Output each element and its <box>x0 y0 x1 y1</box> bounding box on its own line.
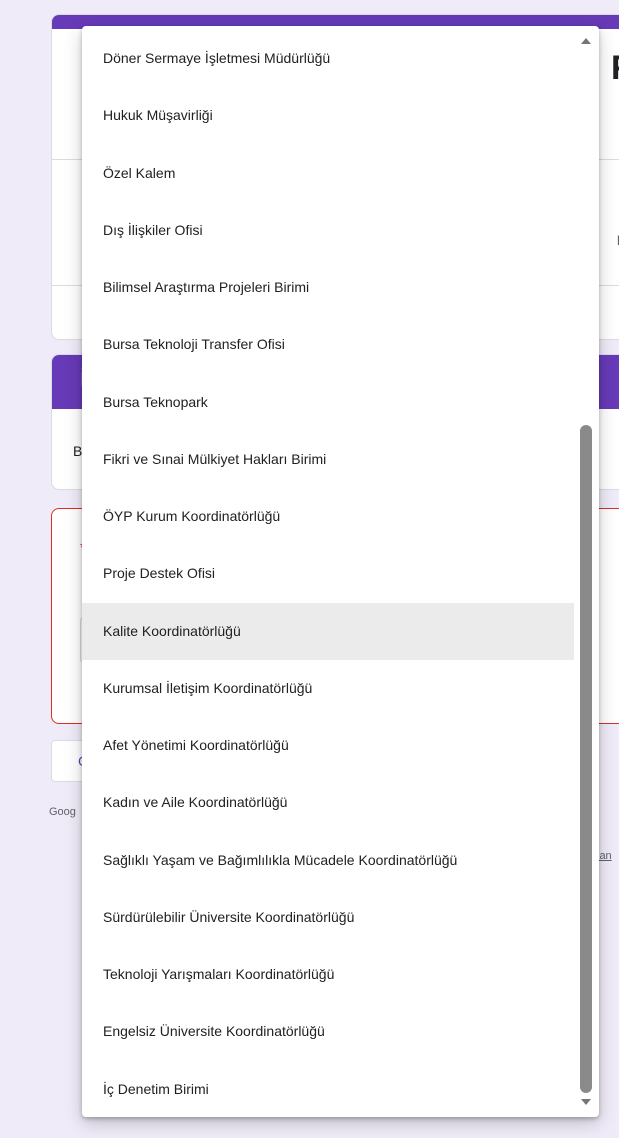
dropdown-option[interactable]: Özel Kalem <box>82 145 574 202</box>
dropdown-option[interactable]: Engelsiz Üniversite Koordinatörlüğü <box>82 1003 574 1060</box>
footer-google-text: Goog <box>49 806 76 818</box>
dropdown-option[interactable]: Bilimsel Araştırma Projeleri Birimi <box>82 259 574 316</box>
dropdown-option[interactable]: ÖYP Kurum Koordinatörlüğü <box>82 488 574 545</box>
section-description: B <box>73 443 83 459</box>
footer-link[interactable]: lan <box>597 850 612 862</box>
scrollbar-thumb[interactable] <box>580 425 592 1093</box>
dropdown-option[interactable]: Dış İlişkiler Ofisi <box>82 202 574 259</box>
scroll-down-arrow-icon[interactable] <box>581 1099 591 1105</box>
dropdown-option[interactable]: Döner Sermaye İşletmesi Müdürlüğü <box>82 30 574 87</box>
dropdown-option[interactable]: Afet Yönetimi Koordinatörlüğü <box>82 717 574 774</box>
dropdown-option[interactable]: Kalite Koordinatörlüğü <box>82 602 574 660</box>
dropdown-option[interactable]: Hukuk Müşavirliği <box>82 87 574 144</box>
dropdown-option[interactable]: İç Denetim Birimi <box>82 1061 574 1118</box>
dropdown-option[interactable]: Bursa Teknoloji Transfer Ofisi <box>82 316 574 373</box>
form-title: F <box>611 49 619 88</box>
dropdown-option[interactable]: Fikri ve Sınai Mülkiyet Hakları Birimi <box>82 431 574 488</box>
dropdown-option[interactable]: Sağlıklı Yaşam ve Bağımlılıkla Mücadele … <box>82 832 574 889</box>
scroll-up-arrow-icon[interactable] <box>581 38 591 44</box>
dropdown-option[interactable]: Teknoloji Yarışmaları Koordinatörlüğü <box>82 946 574 1003</box>
dropdown-option[interactable]: Kadın ve Aile Koordinatörlüğü <box>82 774 574 831</box>
dropdown-menu[interactable]: Döner Sermaye İşletmesi Müdürlüğü Hukuk M… <box>82 26 599 1117</box>
dropdown-option[interactable]: Sürdürülebilir Üniversite Koordinatörlüğ… <box>82 889 574 946</box>
dropdown-option[interactable]: Proje Destek Ofisi <box>82 545 574 602</box>
scrollbar[interactable] <box>575 26 599 1117</box>
dropdown-option[interactable]: Bursa Teknopark <box>82 374 574 431</box>
option-list: Döner Sermaye İşletmesi Müdürlüğü Hukuk M… <box>82 30 574 1117</box>
dropdown-option[interactable]: Kurumsal İletişim Koordinatörlüğü <box>82 660 574 717</box>
